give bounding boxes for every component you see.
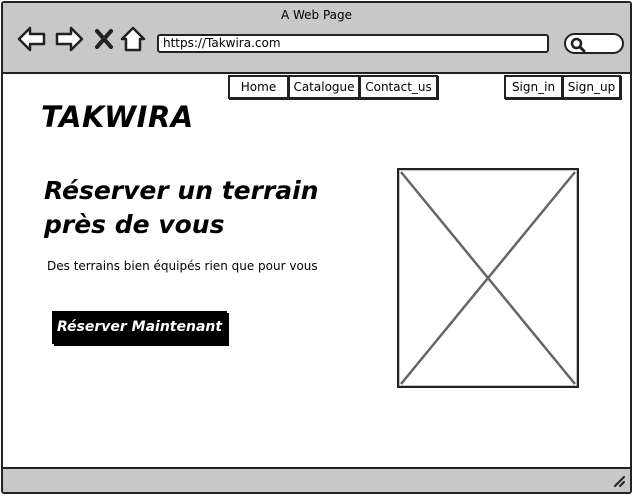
hero-headline-line1: Réserver un terrain	[44, 176, 319, 205]
arrow-right-icon[interactable]	[53, 25, 85, 53]
reserve-now-button[interactable]: Réserver Maintenant	[52, 311, 227, 344]
nav-catalogue-button[interactable]: Catalogue	[288, 75, 360, 99]
hero-subtitle: Des terrains bien équipés rien que pour …	[47, 259, 318, 273]
browser-toolbar: A Web Page https://Takwira.com	[3, 3, 630, 74]
sign-in-button[interactable]: Sign_in	[504, 75, 563, 99]
hero-headline-line2: près de vous	[44, 210, 225, 239]
status-bar	[3, 467, 630, 492]
close-x-icon[interactable]	[94, 25, 114, 53]
sign-up-button[interactable]: Sign_up	[562, 75, 621, 99]
nav-home-button[interactable]: Home	[228, 75, 289, 99]
arrow-left-icon[interactable]	[16, 25, 48, 53]
home-icon[interactable]	[120, 25, 146, 53]
address-bar[interactable]: https://Takwira.com	[157, 34, 549, 53]
window-title: A Web Page	[280, 8, 353, 22]
browser-window: A Web Page https://Takwira.com Home Cata…	[1, 1, 632, 494]
search-icon	[570, 37, 586, 53]
nav-contact-button[interactable]: Contact_us	[359, 75, 438, 99]
resize-grip-icon[interactable]	[612, 474, 626, 488]
hero-headline: Réserver un terrain près de vous	[44, 174, 364, 242]
image-placeholder	[397, 168, 579, 388]
brand-logo[interactable]: TAKWIRA	[41, 100, 194, 134]
search-field[interactable]	[564, 33, 624, 54]
